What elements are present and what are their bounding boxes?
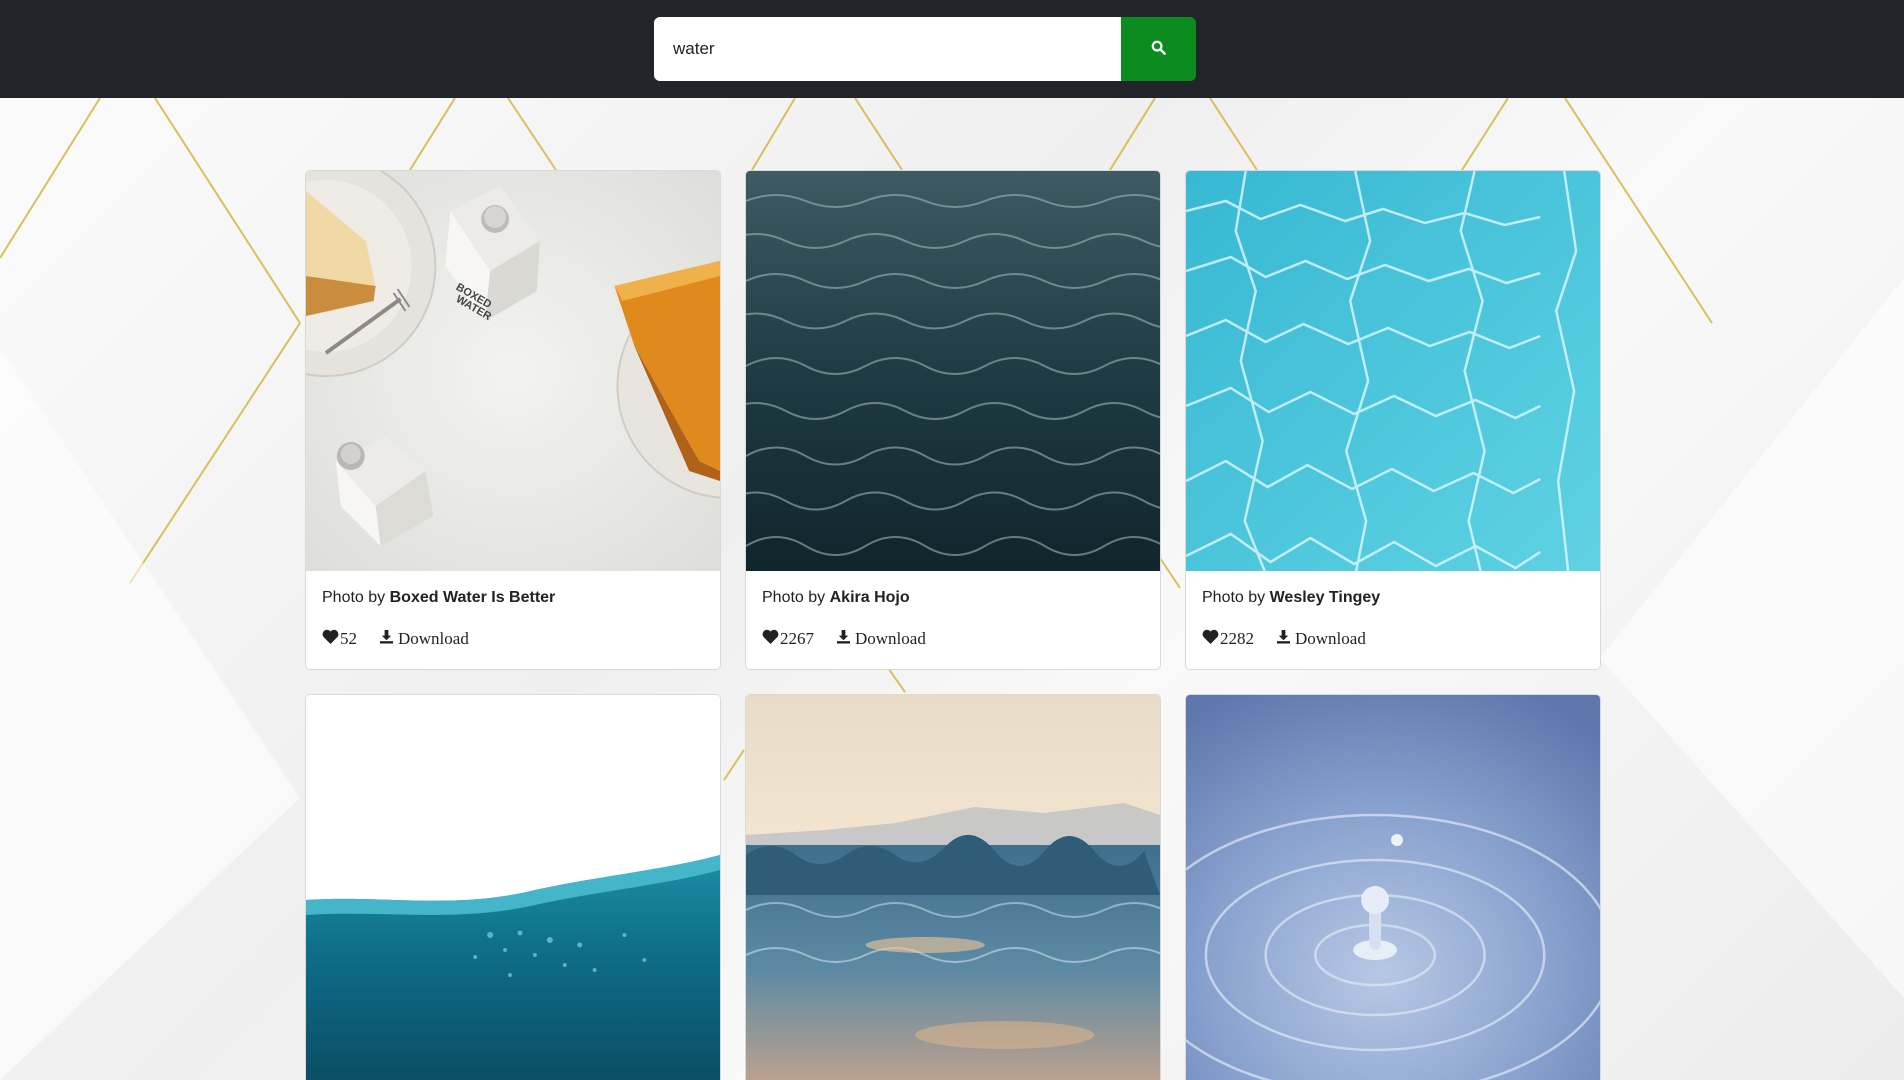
search-button[interactable] xyxy=(1121,17,1196,81)
photo-card xyxy=(305,694,721,1080)
heart-icon xyxy=(762,629,780,649)
like-count: 2267 xyxy=(780,629,814,648)
photo-card: Photo by Akira Hojo 2267 Download xyxy=(745,170,1161,670)
download-label: Download xyxy=(1295,629,1366,648)
author-name[interactable]: Akira Hojo xyxy=(830,589,910,606)
photo-card: BOXED WATER Photo by Boxed Water Is Bett… xyxy=(305,170,721,670)
water-droplet-ripple-photo[interactable] xyxy=(1186,695,1600,1080)
turquoise-pool-water-photo[interactable] xyxy=(1186,171,1600,571)
download-button[interactable]: Download xyxy=(1276,629,1366,649)
photo-card xyxy=(1185,694,1601,1080)
download-label: Download xyxy=(855,629,926,648)
download-label: Download xyxy=(398,629,469,648)
photo-credit: Photo by Wesley Tingey xyxy=(1202,589,1584,607)
like-button[interactable]: 2282 xyxy=(1202,629,1254,649)
download-button[interactable]: Download xyxy=(379,629,469,649)
photo-card: Photo by Wesley Tingey 2282 Download xyxy=(1185,170,1601,670)
like-button[interactable]: 52 xyxy=(322,629,357,649)
credit-prefix: Photo by xyxy=(1202,589,1266,606)
download-icon xyxy=(379,629,398,649)
credit-prefix: Photo by xyxy=(762,589,826,606)
heart-icon xyxy=(1202,629,1220,649)
like-count: 2282 xyxy=(1220,629,1254,648)
search-input[interactable] xyxy=(654,17,1121,81)
download-button[interactable]: Download xyxy=(836,629,926,649)
photo-credit: Photo by Akira Hojo xyxy=(762,589,1144,607)
photo-card xyxy=(745,694,1161,1080)
dark-ocean-waves-photo[interactable] xyxy=(746,171,1160,571)
photo-credit: Photo by Boxed Water Is Better xyxy=(322,589,704,607)
download-icon xyxy=(836,629,855,649)
download-icon xyxy=(1276,629,1295,649)
sea-waves-at-sunset-photo[interactable] xyxy=(746,695,1160,1080)
search-icon xyxy=(1151,40,1166,58)
credit-prefix: Photo by xyxy=(322,589,386,606)
underwater-split-view-photo[interactable] xyxy=(306,695,720,1080)
top-bar xyxy=(0,0,1904,98)
author-name[interactable]: Boxed Water Is Better xyxy=(390,589,556,606)
boxed-water-cartons-and-cake-photo[interactable]: BOXED WATER xyxy=(306,171,720,571)
heart-icon xyxy=(322,629,340,649)
like-button[interactable]: 2267 xyxy=(762,629,814,649)
search-bar xyxy=(654,17,1196,81)
like-count: 52 xyxy=(340,629,357,648)
author-name[interactable]: Wesley Tingey xyxy=(1270,589,1381,606)
